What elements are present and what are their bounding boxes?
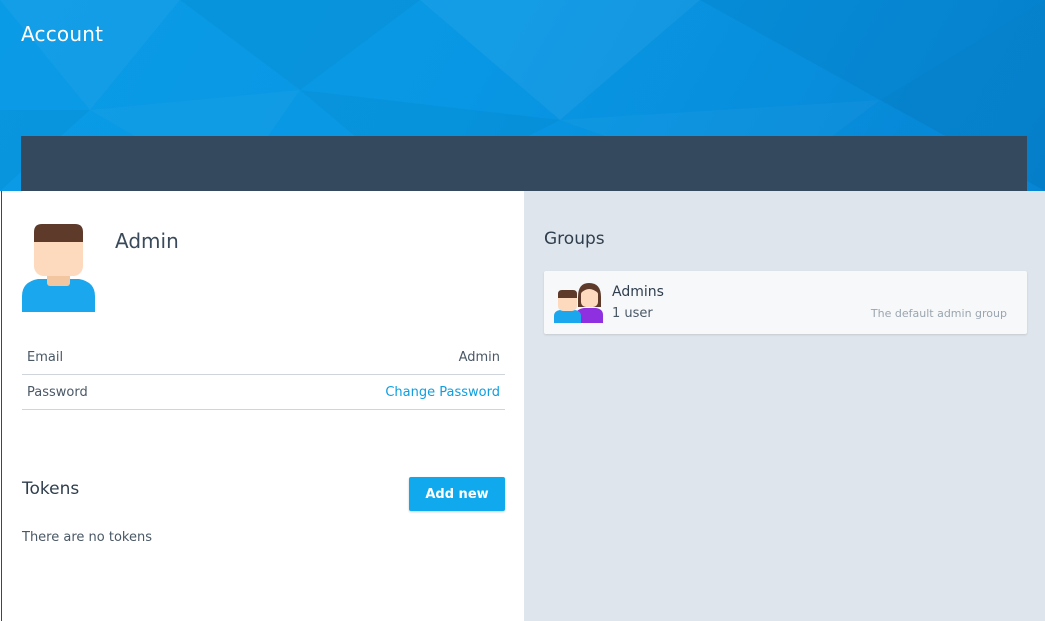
add-token-button[interactable]: Add new bbox=[409, 477, 505, 511]
header-banner: Account bbox=[0, 0, 1045, 191]
group-member-count: 1 user bbox=[612, 306, 653, 321]
password-row: Password Change Password bbox=[22, 376, 505, 410]
profile-panel: Admin Email Admin Password Change Passwo… bbox=[1, 191, 524, 621]
groups-panel: Groups Admins 1 user The default admin g… bbox=[524, 191, 1045, 621]
email-value: Admin bbox=[458, 350, 500, 365]
account-page: Account Admin Email Admin Password Chang… bbox=[0, 0, 1045, 621]
groups-heading: Groups bbox=[544, 229, 605, 249]
group-card-admins[interactable]: Admins 1 user The default admin group bbox=[544, 271, 1027, 334]
group-users-icon bbox=[554, 283, 603, 323]
tokens-heading: Tokens bbox=[22, 479, 80, 499]
password-label: Password bbox=[27, 385, 88, 400]
profile-name: Admin bbox=[115, 229, 179, 253]
email-label: Email bbox=[27, 350, 64, 365]
change-password-link[interactable]: Change Password bbox=[385, 385, 500, 400]
tokens-empty-message: There are no tokens bbox=[22, 530, 152, 545]
user-avatar-icon bbox=[22, 224, 95, 312]
group-name: Admins bbox=[612, 284, 664, 300]
group-description: The default admin group bbox=[870, 307, 1007, 320]
email-row: Email Admin bbox=[22, 341, 505, 375]
header-toolbar-band bbox=[21, 136, 1027, 191]
page-title: Account bbox=[21, 22, 104, 46]
